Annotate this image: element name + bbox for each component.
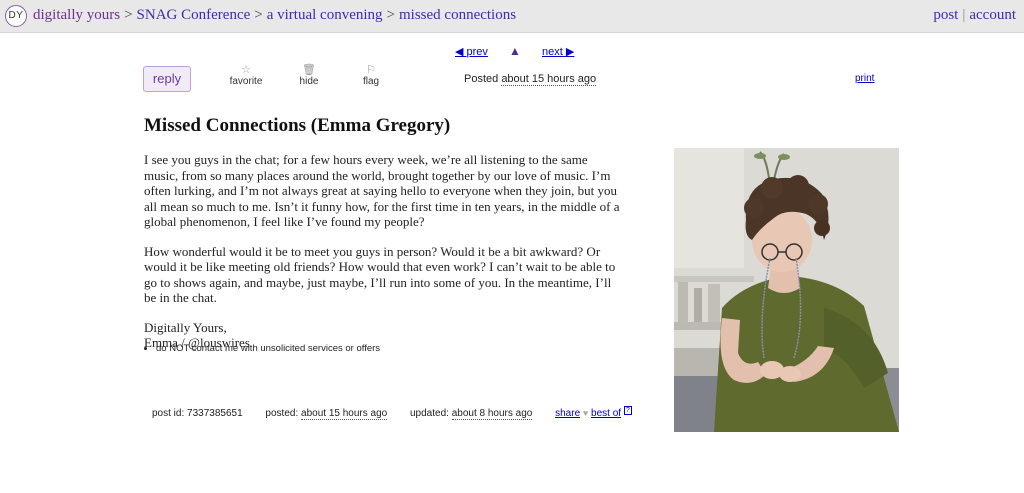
site-logo[interactable]: DY (5, 5, 27, 27)
up-arrow-icon[interactable]: ▲ (509, 44, 521, 58)
post-paragraph: I see you guys in the chat; for a few ho… (144, 152, 620, 229)
breadcrumb-separator: > (386, 7, 395, 23)
breadcrumb-event[interactable]: SNAG Conference (137, 7, 251, 23)
help-icon[interactable]: ? (623, 406, 632, 415)
next-arrow-icon: ▶ (565, 46, 575, 58)
hide-button[interactable]: 🗑 hide (284, 64, 334, 87)
next-link[interactable]: next ▶ (542, 46, 574, 58)
account-link[interactable]: account (969, 7, 1016, 23)
prev-label: prev (466, 46, 488, 58)
updated-meta-label: updated: (409, 408, 449, 419)
post-title: Missed Connections (Emma Gregory) (144, 115, 451, 136)
link-divider: | (962, 7, 966, 23)
post-body: I see you guys in the chat; for a few ho… (144, 152, 622, 365)
prev-link[interactable]: ◀ prev (455, 46, 488, 58)
post-paragraph: How wonderful would it be to meet you gu… (144, 243, 616, 306)
next-label: next (541, 46, 563, 58)
posted-meta: posted: about 15 hours ago (265, 408, 388, 420)
favorite-button[interactable]: ☆ favorite (221, 64, 271, 87)
posted-meta-label: posted: (265, 408, 299, 419)
best-of-link[interactable]: best of (591, 408, 621, 419)
star-icon: ☆ (241, 64, 251, 76)
signoff-line: Digitally Yours, (144, 319, 227, 335)
breadcrumb: digitally yours > SNAG Conference > a virtua… (33, 7, 516, 24)
updated-meta-time: about 8 hours ago (451, 408, 533, 420)
posted-meta-time: about 15 hours ago (301, 408, 388, 420)
prev-next-nav: ◀ prev ▲ next ▶ (455, 44, 574, 58)
flag-label: flag (362, 76, 380, 87)
breadcrumb-separator: > (124, 7, 133, 23)
prev-arrow-icon: ◀ (455, 46, 464, 58)
notice-item: do NOT contact me with unsolicited servi… (156, 343, 380, 354)
post-link[interactable]: post (933, 7, 958, 23)
top-bar: DY digitally yours > SNAG Conference > a vir… (0, 0, 1024, 33)
notices: do NOT contact me with unsolicited servi… (146, 343, 380, 354)
trash-icon: 🗑 (302, 64, 316, 76)
print-link[interactable]: print (855, 73, 874, 84)
favorite-label: favorite (229, 76, 263, 87)
breadcrumb-site[interactable]: digitally yours (33, 7, 120, 23)
flag-icon: ⚐ (366, 64, 376, 76)
breadcrumb-separator: > (254, 7, 263, 23)
reply-button[interactable]: reply (143, 66, 191, 92)
post-meta: post id: 7337385651 posted: about 15 hou… (152, 406, 632, 420)
share-link[interactable]: share (555, 408, 580, 419)
updated-meta: updated: about 8 hours ago (409, 408, 533, 420)
best-of: ♥ best of ? (582, 406, 632, 419)
account-links: post | account (933, 7, 1016, 24)
photo-illustration (674, 148, 899, 432)
post-photo[interactable] (674, 148, 899, 432)
hide-label: hide (299, 76, 319, 87)
breadcrumb-area[interactable]: a virtual convening (267, 7, 383, 23)
posted-info: Posted about 15 hours ago (464, 73, 597, 86)
posted-prefix: Posted (464, 73, 499, 85)
heart-icon: ♥ (582, 408, 589, 418)
post-id: post id: 7337385651 (152, 408, 243, 419)
breadcrumb-category[interactable]: missed connections (399, 7, 516, 23)
posted-time: about 15 hours ago (501, 73, 597, 86)
flag-button[interactable]: ⚐ flag (346, 64, 396, 87)
